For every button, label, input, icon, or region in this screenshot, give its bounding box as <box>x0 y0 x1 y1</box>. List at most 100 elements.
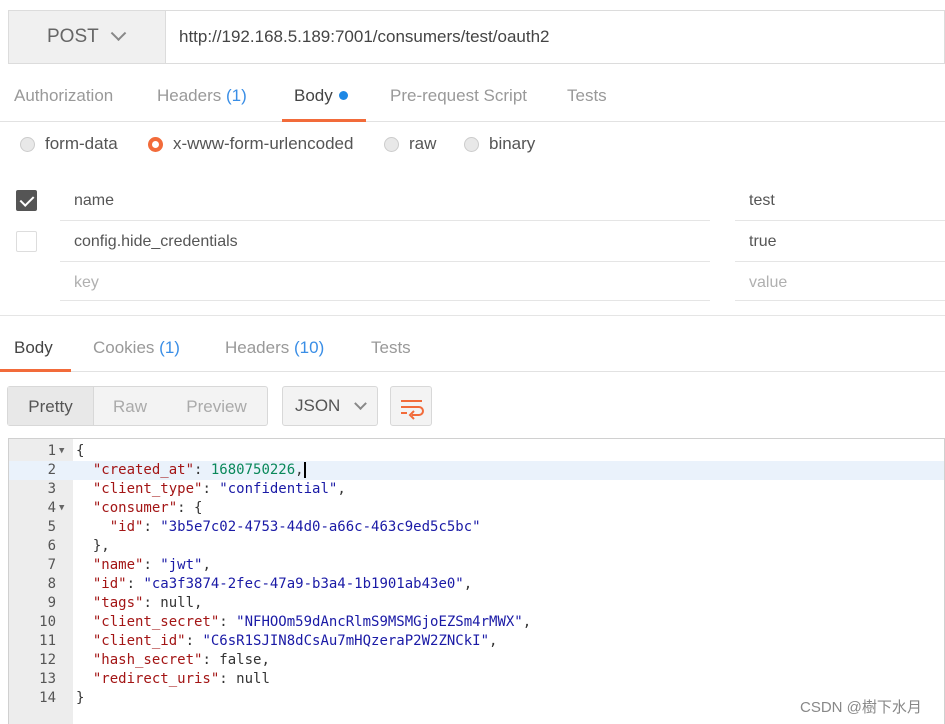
fold-toggle-icon[interactable]: ▼ <box>59 442 64 461</box>
url-input[interactable]: http://192.168.5.189:7001/consumers/test… <box>166 11 944 63</box>
param-checkbox[interactable] <box>16 190 37 211</box>
tab-label: Pre-request Script <box>390 86 527 105</box>
radio-selected-icon <box>148 136 163 152</box>
line-number: 1 <box>47 443 56 459</box>
line-number: 12 <box>39 652 56 668</box>
param-value[interactable]: test <box>749 180 775 221</box>
line-number: 7 <box>47 557 56 573</box>
radio-label: raw <box>409 134 437 153</box>
tab-label: Headers <box>157 86 222 105</box>
param-value[interactable]: true <box>749 221 777 262</box>
tab-count: (1) <box>159 338 180 357</box>
radio-raw[interactable]: raw <box>384 134 436 154</box>
line-number: 2 <box>47 462 56 478</box>
param-value-input[interactable]: value <box>749 262 787 303</box>
param-checkbox[interactable] <box>16 231 37 252</box>
fold-toggle-icon[interactable]: ▼ <box>59 499 64 518</box>
code-text: "created_at": 1680750226, <box>92 462 306 478</box>
active-dot-icon <box>338 91 348 100</box>
response-code-viewer[interactable]: 1 ▼{2 "created_at": 1680750226, 3 "client_… <box>8 438 945 724</box>
code-line: 10 "client_secret": "NFHOOm59dAncRlmS9MS… <box>9 613 944 632</box>
line-number: 10 <box>39 614 56 630</box>
view-pretty-button[interactable]: Pretty <box>8 387 94 425</box>
line-number: 6 <box>47 538 56 554</box>
line-number: 3 <box>47 481 56 497</box>
response-tabs: Body Cookies (1) Headers (10) Tests <box>0 320 945 372</box>
watermark-text: CSDN @樹下水月 <box>800 699 922 716</box>
radio-label: x-www-form-urlencoded <box>173 134 354 153</box>
code-line: 1 ▼ { <box>9 442 944 461</box>
param-key[interactable]: name <box>74 180 114 221</box>
method-label: POST <box>47 26 99 47</box>
param-row: config.hide_credentials true <box>0 221 945 262</box>
wrap-lines-button[interactable] <box>390 386 432 426</box>
code-text: "client_type": "confidential", <box>92 481 346 497</box>
radio-label: binary <box>489 134 536 153</box>
tab-headers[interactable]: Headers (1) <box>157 64 247 122</box>
line-number: 11 <box>39 633 56 649</box>
tab-label: Cookies <box>93 338 155 357</box>
request-bar: POST http://192.168.5.189:7001/consumers… <box>8 10 945 64</box>
line-number: 4 <box>47 500 56 516</box>
tab-body[interactable]: Body <box>282 64 366 122</box>
radio-circle-icon <box>464 136 479 152</box>
param-row-new: key value <box>0 262 945 303</box>
radio-x-www-form-urlencoded[interactable]: x-www-form-urlencoded <box>148 134 353 154</box>
code-text: "tags": null, <box>92 595 203 611</box>
code-line: 13 "redirect_uris": null <box>9 670 944 689</box>
chevron-down-icon <box>354 396 368 410</box>
code-line: 8 "id": "ca3f3874-2fec-47a9-b3a4-1b1901a… <box>9 575 944 594</box>
tab-response-tests[interactable]: Tests <box>371 320 411 372</box>
code-line: 7 "name": "jwt", <box>9 556 944 575</box>
method-select[interactable]: POST <box>9 11 166 63</box>
format-label: JSON <box>295 396 341 415</box>
request-tabs: Authorization Headers (1) Body Pre-reque… <box>0 64 945 122</box>
code-text: "id": "3b5e7c02-4753-44d0-a66c-463c9ed5c… <box>109 519 481 535</box>
tab-count: (10) <box>294 338 325 357</box>
view-raw-button[interactable]: Raw <box>94 387 166 425</box>
body-type-group: form-data x-www-form-urlencoded raw bina… <box>0 134 945 164</box>
url-text: http://192.168.5.189:7001/consumers/test… <box>179 27 550 46</box>
radio-label: form-data <box>45 134 118 153</box>
section-divider <box>0 315 945 316</box>
view-preview-button[interactable]: Preview <box>166 387 267 425</box>
line-number: 13 <box>39 671 56 687</box>
code-line: 12 "hash_secret": false, <box>9 651 944 670</box>
tab-response-body[interactable]: Body <box>0 320 71 372</box>
radio-circle-icon <box>384 136 399 152</box>
param-key-input[interactable]: key <box>74 262 99 303</box>
wrap-lines-icon <box>401 400 424 420</box>
code-text: "name": "jwt", <box>92 557 211 573</box>
divider <box>60 300 710 301</box>
tab-label: Body <box>294 86 333 105</box>
code-text: { <box>76 443 85 459</box>
param-row: name test <box>0 180 945 221</box>
chevron-down-icon <box>110 24 127 41</box>
tab-label: Body <box>14 338 53 357</box>
format-select[interactable]: JSON <box>282 386 378 426</box>
code-text: "client_secret": "NFHOOm59dAncRlmS9MSMGj… <box>92 614 532 630</box>
line-number: 14 <box>39 690 56 706</box>
radio-circle-icon <box>20 136 35 152</box>
code-text: }, <box>76 538 110 554</box>
code-line: 11 "client_id": "C6sR1SJIN8dCsAu7mHQzera… <box>9 632 944 651</box>
tab-cookies[interactable]: Cookies (1) <box>93 320 180 372</box>
radio-form-data[interactable]: form-data <box>20 134 118 154</box>
code-line: 4 ▼ "consumer": { <box>9 499 944 518</box>
tab-tests[interactable]: Tests <box>567 64 607 122</box>
radio-binary[interactable]: binary <box>464 134 535 154</box>
code-text: "hash_secret": false, <box>92 652 270 668</box>
tab-label: Tests <box>567 86 607 105</box>
tab-authorization[interactable]: Authorization <box>14 64 113 122</box>
tab-response-headers[interactable]: Headers (10) <box>225 320 324 372</box>
line-number: 5 <box>47 519 56 535</box>
code-line: 9 "tags": null, <box>9 594 944 613</box>
tab-label: Headers <box>225 338 290 357</box>
code-text: "consumer": { <box>92 500 203 516</box>
tab-pre-request-script[interactable]: Pre-request Script <box>390 64 527 122</box>
param-key[interactable]: config.hide_credentials <box>74 221 238 262</box>
view-mode-group: Pretty Raw Preview <box>7 386 268 426</box>
code-line: 3 "client_type": "confidential", <box>9 480 944 499</box>
tab-count: (1) <box>226 86 247 105</box>
code-text: "redirect_uris": null <box>92 671 270 687</box>
